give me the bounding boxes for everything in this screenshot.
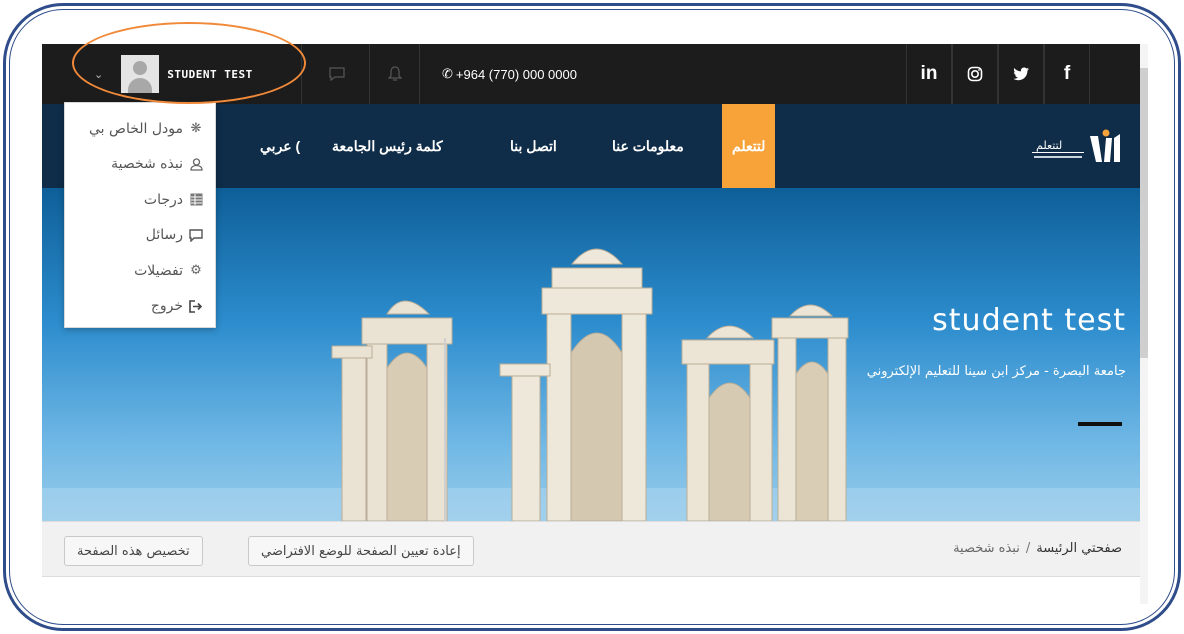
site-logo[interactable]: لتتعلم: [1002, 128, 1122, 168]
messages-button[interactable]: [304, 44, 370, 104]
table-icon: [189, 193, 203, 207]
nav-contact[interactable]: اتصل بنا: [510, 104, 557, 188]
menu-item-messages[interactable]: رسائل: [65, 218, 215, 254]
scrollbar-thumb[interactable]: [1140, 68, 1148, 358]
menu-item-my-moodle[interactable]: ❋ مودل الخاص بي: [65, 111, 215, 147]
nav-language[interactable]: عربي (: [260, 104, 300, 188]
nav-president-word[interactable]: كلمة رئيس الجامعة: [332, 104, 443, 188]
reset-page-button[interactable]: إعادة تعيين الصفحة للوضع الافتراضي: [248, 536, 474, 566]
page-header-bar: صفحتي الرئيسة / نبذه شخصية إعادة تعيين الص…: [42, 521, 1148, 577]
menu-item-label: خروج: [150, 298, 183, 315]
linkedin-icon[interactable]: in: [906, 44, 952, 104]
notifications-button[interactable]: [370, 44, 420, 104]
breadcrumb-home[interactable]: صفحتي الرئيسة: [1036, 541, 1122, 556]
hero-title: student test: [932, 303, 1126, 338]
bell-icon: [387, 66, 402, 81]
chat-icon: [328, 67, 345, 81]
menu-item-profile[interactable]: نبذه شخصية: [65, 147, 215, 183]
phone-number: +964 (770) 000 0000: [455, 66, 577, 82]
twitter-icon[interactable]: [998, 44, 1044, 104]
nav-about[interactable]: معلومات عنا: [612, 104, 684, 188]
customize-page-button[interactable]: تخصيص هذه الصفحة: [64, 536, 203, 566]
phone-icon: ✆: [442, 66, 453, 81]
phone-link[interactable]: ✆ +964 (770) 000 0000: [442, 44, 642, 104]
gear-icon: ⚙: [190, 263, 202, 279]
page-scrollbar[interactable]: [1140, 44, 1148, 604]
hero-divider: [1078, 422, 1122, 426]
breadcrumb: صفحتي الرئيسة / نبذه شخصية: [953, 541, 1122, 556]
facebook-icon[interactable]: f: [1044, 44, 1090, 104]
nav-learn[interactable]: لتتعلم: [722, 104, 776, 188]
chat-icon: [189, 228, 203, 242]
breadcrumb-current: نبذه شخصية: [953, 541, 1020, 556]
user-icon: [189, 157, 203, 171]
menu-item-label: نبذه شخصية: [111, 156, 183, 173]
breadcrumb-separator: /: [1025, 541, 1031, 556]
menu-item-label: تفضيلات: [134, 262, 183, 279]
sign-out-icon: [189, 299, 203, 313]
instagram-glyph: [967, 66, 983, 82]
menu-item-label: درجات: [143, 191, 183, 208]
screenshot: ⌄ STUDENT TEST ✆ +964 (770) 000 0000 in …: [42, 44, 1148, 604]
instagram-icon[interactable]: [952, 44, 998, 104]
menu-item-logout[interactable]: خروج: [65, 289, 215, 325]
twitter-glyph: [1012, 67, 1029, 81]
menu-item-preferences[interactable]: ⚙ تفضيلات: [65, 253, 215, 289]
highlight-ellipse: [72, 22, 306, 104]
dashboard-icon: ❋: [190, 121, 202, 137]
user-dropdown-menu: ❋ مودل الخاص بي نبذه شخصية درجات رسائل ⚙…: [64, 102, 216, 328]
hero-subtitle: جامعة البصرة - مركز ابن سينا للتعليم الإ…: [866, 364, 1126, 379]
svg-text:لتتعلم: لتتعلم: [1036, 139, 1062, 152]
menu-item-label: رسائل: [145, 227, 183, 244]
menu-item-label: مودل الخاص بي: [89, 120, 183, 137]
menu-item-grades[interactable]: درجات: [65, 182, 215, 218]
